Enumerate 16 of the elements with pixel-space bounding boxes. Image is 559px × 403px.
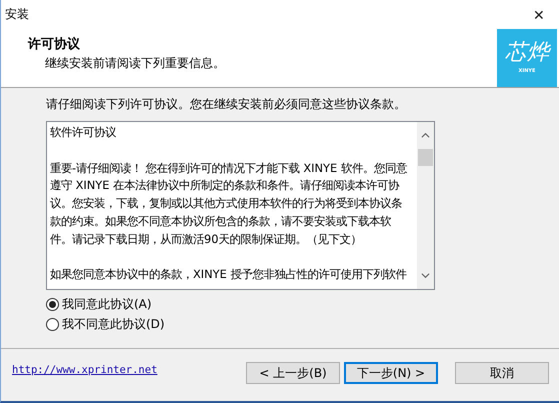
wizard-button[interactable]: 下一步(N) >: [344, 362, 438, 384]
website-link[interactable]: http://www.xprinter.net: [12, 364, 158, 376]
radio-option[interactable]: 我不同意此协议(D): [46, 316, 165, 333]
license-paragraph: 如果您同意本协议中的条款，XINYE 授予您非独占性的许可使用下列软件: [50, 266, 408, 284]
window-title: 安装: [5, 6, 29, 23]
close-button[interactable]: ✕: [519, 0, 559, 29]
radio-option[interactable]: 我同意此协议(A): [46, 296, 152, 313]
license-paragraph: 重要-请仔细阅读！ 您在得到许可的情况下才能下载 XINYE 软件。您同意 遵守 XINYE 在本法律协议中所制定的条款和条件。请仔细阅读本许可协 议。您安装，下载，复制或以其他方式使用本软件的行为将受到本协议条 款的约束。如果您不同意本协议所包含的条款，请不要安装或下载本软 件。请记录下载日期，从而激活90天的限制保证期。（见下文）: [50, 160, 408, 248]
page-subtitle: 继续安装前请阅读下列重要信息。: [44, 55, 225, 72]
license-paragraph: 软件许可协议: [50, 124, 117, 141]
wizard-button[interactable]: < 上一步(B): [246, 362, 340, 384]
page-title: 许可协议: [28, 36, 81, 53]
wizard-button[interactable]: 取消: [455, 362, 549, 384]
scrollbar[interactable]: [417, 122, 434, 289]
scroll-thumb[interactable]: [418, 149, 433, 166]
instruction-text: 请仔细阅读下列许可协议。您在继续安装前必须同意这些协议条款。: [46, 96, 407, 113]
